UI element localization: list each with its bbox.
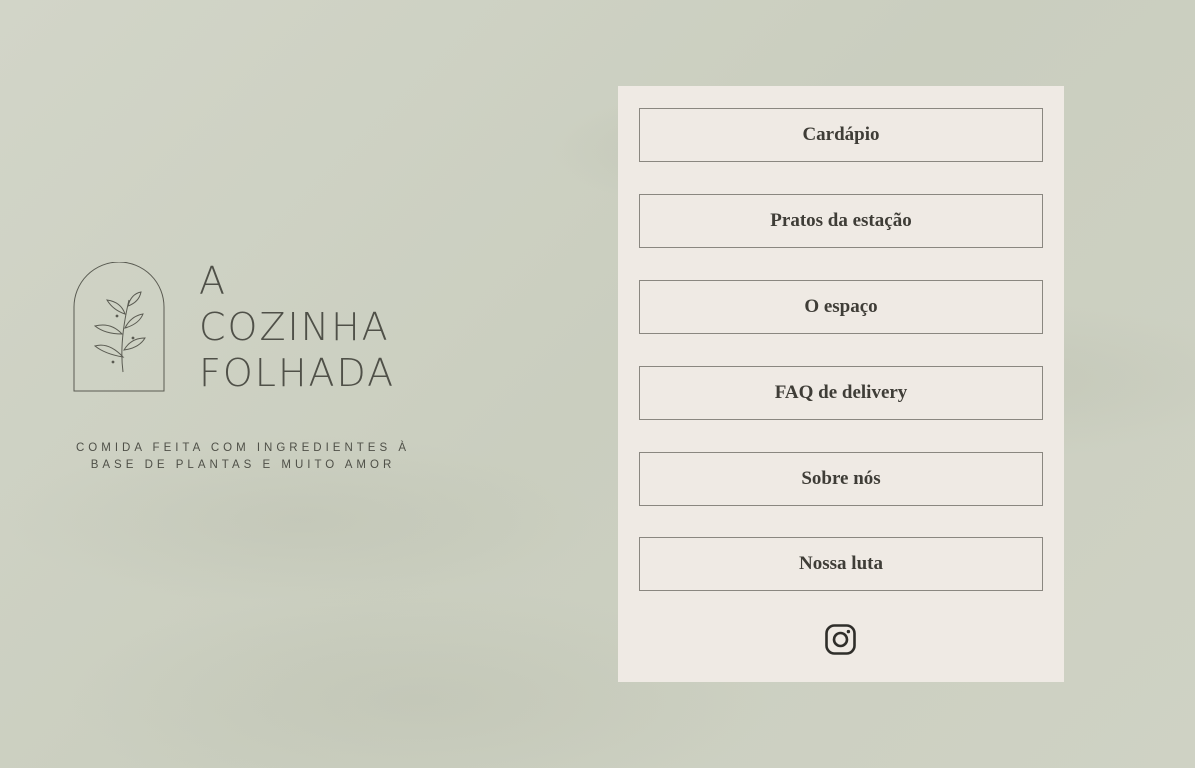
brand-logo-text: A COZINHA FOLHADA [199,258,395,396]
menu-button-pratos-da-estacao[interactable]: Pratos da estação [639,194,1043,248]
menu-button-nossa-luta[interactable]: Nossa luta [639,537,1043,591]
logo-line-1: A [199,259,227,303]
tagline-line-1: COMIDA FEITA COM INGREDIENTES À [75,442,410,454]
logo-line-2: COZINHA [199,305,390,349]
instagram-icon[interactable] [825,624,856,655]
menu-panel: Cardápio Pratos da estação O espaço FAQ … [618,86,1064,682]
menu-button-cardapio[interactable]: Cardápio [639,108,1043,162]
logo-line-3: FOLHADA [199,351,396,395]
brand-block: A COZINHA FOLHADA COMIDA FEITA COM INGRE… [58,259,428,474]
leaf-arch-logo-icon [73,262,165,392]
brand-tagline: COMIDA FEITA COM INGREDIENTES À BASE DE … [58,440,428,474]
menu-button-o-espaco[interactable]: O espaço [639,280,1043,334]
menu-button-faq-de-delivery[interactable]: FAQ de delivery [639,366,1043,420]
tagline-line-2: BASE DE PLANTAS E MUITO AMOR [90,459,396,471]
menu-button-sobre-nos[interactable]: Sobre nós [639,452,1043,506]
